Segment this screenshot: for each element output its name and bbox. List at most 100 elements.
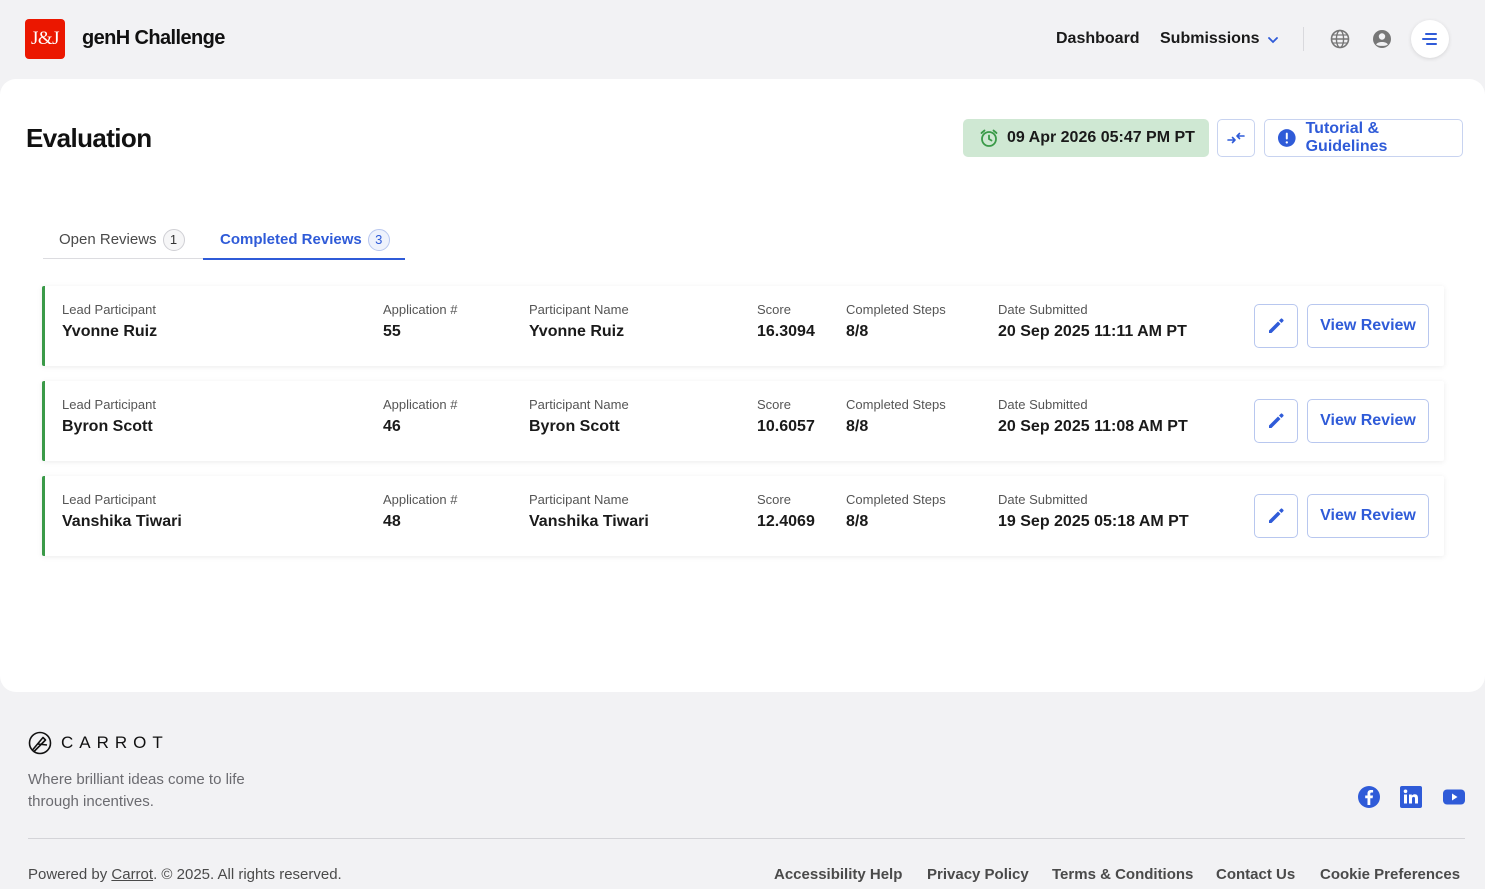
score-value: 16.3094 (757, 323, 815, 340)
date-submitted-value: 20 Sep 2025 11:08 AM PT (998, 418, 1188, 435)
tab-open-reviews[interactable]: Open Reviews 1 (59, 219, 185, 260)
application-cell: Application # 55 (383, 302, 457, 341)
participant-name-value: Yvonne Ruiz (529, 323, 625, 340)
view-review-button[interactable]: View Review (1307, 494, 1429, 538)
column-label: Lead Participant (62, 492, 156, 507)
copyright-text: Powered by Carrot. © 2025. All rights re… (28, 866, 342, 883)
review-row: Lead Participant Yvonne Ruiz Application… (42, 286, 1444, 366)
participant-name-value: Byron Scott (529, 418, 620, 435)
column-label: Application # (383, 302, 458, 317)
column-label: Application # (383, 492, 458, 507)
count-badge: 1 (162, 228, 185, 251)
date-submitted-cell: Date Submitted 19 Sep 2025 05:18 AM PT (998, 492, 1189, 531)
lead-participant-cell: Lead Participant Vanshika Tiwari (62, 492, 182, 531)
hamburger-menu-icon (1422, 33, 1437, 45)
tab-label: Completed Reviews (220, 231, 362, 248)
column-label: Completed Steps (846, 492, 946, 507)
deadline-text: 09 Apr 2026 05:47 PM PT (1007, 129, 1195, 146)
completed-steps-value: 8/8 (846, 323, 869, 340)
privacy-policy-link[interactable]: Privacy Policy (927, 866, 1029, 883)
column-label: Participant Name (529, 302, 629, 317)
completed-steps-value: 8/8 (846, 418, 869, 435)
jj-logo[interactable]: J&J (25, 19, 65, 59)
tab-completed-reviews[interactable]: Completed Reviews 3 (220, 219, 390, 260)
tab-label: Open Reviews (59, 231, 157, 248)
evaluation-card: Evaluation 09 Apr 2026 05:47 PM PT Tutor… (0, 79, 1485, 692)
globe-icon[interactable] (1329, 28, 1351, 50)
facebook-icon[interactable] (1357, 785, 1381, 809)
edit-review-button[interactable] (1254, 399, 1298, 443)
score-cell: Score 10.6057 (757, 397, 815, 436)
date-submitted-cell: Date Submitted 20 Sep 2025 11:08 AM PT (998, 397, 1188, 436)
carrot-logo[interactable]: CARROT (28, 731, 169, 755)
column-label: Participant Name (529, 492, 629, 507)
application-cell: Application # 46 (383, 397, 457, 436)
carrot-wordmark: CARROT (61, 733, 169, 752)
application-number-value: 46 (383, 418, 401, 435)
column-label: Participant Name (529, 397, 629, 412)
page-title: Evaluation (26, 123, 152, 153)
pencil-icon (1269, 318, 1284, 333)
menu-button[interactable] (1411, 20, 1449, 58)
column-label: Score (757, 302, 791, 317)
swap-arrows-icon (1227, 132, 1245, 144)
tutorial-guidelines-button[interactable]: Tutorial & Guidelines (1264, 119, 1463, 157)
view-review-button[interactable]: View Review (1307, 304, 1429, 348)
participant-name-cell: Participant Name Yvonne Ruiz (529, 302, 629, 341)
application-cell: Application # 48 (383, 492, 457, 531)
completed-steps-cell: Completed Steps 8/8 (846, 492, 946, 531)
score-value: 10.6057 (757, 418, 815, 435)
column-label: Lead Participant (62, 302, 156, 317)
view-review-button[interactable]: View Review (1307, 399, 1429, 443)
lead-participant-value: Vanshika Tiwari (62, 513, 182, 530)
application-number-value: 48 (383, 513, 401, 530)
linkedin-icon[interactable] (1399, 785, 1423, 809)
column-label: Date Submitted (998, 397, 1088, 412)
date-submitted-value: 19 Sep 2025 05:18 AM PT (998, 513, 1189, 530)
footer-divider (28, 838, 1465, 839)
pencil-icon (1269, 508, 1284, 523)
participant-name-cell: Participant Name Vanshika Tiwari (529, 492, 649, 531)
column-label: Score (757, 492, 791, 507)
review-row: Lead Participant Byron Scott Application… (42, 381, 1444, 461)
date-submitted-cell: Date Submitted 20 Sep 2025 11:11 AM PT (998, 302, 1187, 341)
lead-participant-value: Yvonne Ruiz (62, 323, 158, 340)
edit-review-button[interactable] (1254, 304, 1298, 348)
accessibility-help-link[interactable]: Accessibility Help (774, 866, 902, 883)
info-alert-icon (1277, 129, 1296, 147)
score-value: 12.4069 (757, 513, 815, 530)
user-account-icon[interactable] (1371, 28, 1393, 50)
lead-participant-cell: Lead Participant Yvonne Ruiz (62, 302, 157, 341)
carrot-link[interactable]: Carrot (111, 866, 153, 883)
review-row: Lead Participant Vanshika Tiwari Applica… (42, 476, 1444, 556)
edit-review-button[interactable] (1254, 494, 1298, 538)
tutorial-label: Tutorial & Guidelines (1305, 120, 1388, 155)
nav-submissions-link[interactable]: Submissions (1160, 30, 1260, 48)
score-cell: Score 12.4069 (757, 492, 815, 531)
column-label: Completed Steps (846, 302, 946, 317)
column-label: Date Submitted (998, 492, 1088, 507)
date-submitted-value: 20 Sep 2025 11:11 AM PT (998, 323, 1187, 340)
pencil-icon (1269, 413, 1284, 428)
lead-participant-cell: Lead Participant Byron Scott (62, 397, 156, 436)
review-tabs: Open Reviews 1 Completed Reviews 3 (43, 219, 405, 260)
powered-prefix: Powered by (28, 866, 112, 883)
youtube-icon[interactable] (1442, 785, 1466, 809)
column-label: Date Submitted (998, 302, 1088, 317)
terms-conditions-link[interactable]: Terms & Conditions (1052, 866, 1193, 883)
nav-dashboard-link[interactable]: Dashboard (1056, 30, 1140, 48)
column-label: Lead Participant (62, 397, 156, 412)
count-badge: 3 (367, 228, 390, 251)
contact-us-link[interactable]: Contact Us (1216, 866, 1295, 883)
swap-view-button[interactable] (1217, 119, 1255, 157)
footer-tagline: Where brilliant ideas come to life throu… (28, 771, 245, 810)
completed-steps-value: 8/8 (846, 513, 869, 530)
cookie-preferences-link[interactable]: Cookie Preferences (1320, 866, 1460, 883)
completed-steps-cell: Completed Steps 8/8 (846, 397, 946, 436)
powered-suffix: . © 2025. All rights reserved. (153, 866, 342, 883)
alarm-clock-icon (980, 129, 998, 147)
completed-steps-cell: Completed Steps 8/8 (846, 302, 946, 341)
participant-name-value: Vanshika Tiwari (529, 513, 649, 530)
chevron-down-icon[interactable] (1266, 33, 1280, 47)
column-label: Application # (383, 397, 458, 412)
